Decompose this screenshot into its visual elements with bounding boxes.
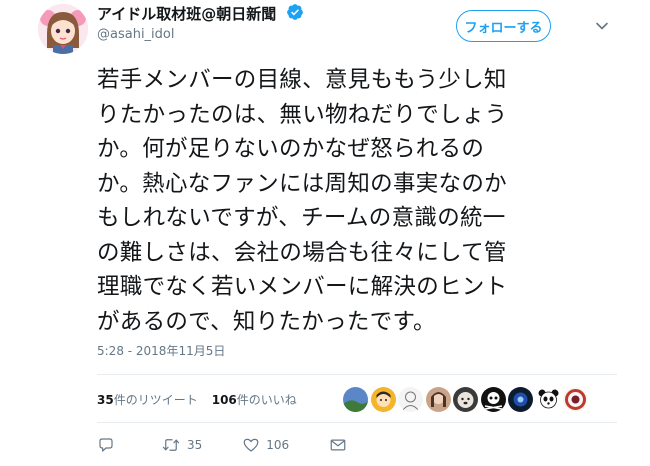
tweet-timestamp[interactable]: 5:28 - 2018年11月5日 [97, 342, 225, 359]
tweet-line: もしれないですが、チームの意識の統一 [97, 205, 506, 231]
heart-icon [243, 438, 259, 452]
skull-avatar-icon [480, 386, 506, 412]
liker-avatar[interactable] [508, 386, 533, 412]
tweet-line: の難しさは、会社の場合も往々にして管 [97, 239, 507, 266]
liker-avatars [343, 384, 591, 414]
mail-icon [330, 439, 346, 451]
ring-avatar-icon [563, 386, 588, 412]
like-stat[interactable]: 106件のいいね [212, 391, 297, 408]
divider [97, 374, 617, 375]
tweet-text: 若手メンバーの目線、意見ももう少し知 りたかったのは、無い物ねだりでしょう か。… [97, 63, 617, 339]
liker-avatar[interactable] [398, 386, 423, 412]
author-name[interactable]: アイドル取材班@朝日新聞 [97, 3, 304, 24]
retweet-button[interactable]: 35 [161, 436, 202, 454]
retweet-icon [162, 439, 180, 451]
tweet-line: か。熱心なファンには周知の事実なのか [97, 170, 507, 197]
liker-avatar[interactable] [343, 386, 368, 412]
like-stat-label: 件のいいね [236, 392, 297, 407]
tweet-line: 理職でなく若いメンバーに解決のヒント [97, 274, 508, 300]
liker-avatar[interactable] [563, 386, 588, 412]
dog-avatar-icon [453, 386, 478, 412]
tweet-line: か。何が足りないのかなぜ怒られるの [97, 136, 485, 162]
direct-message-button[interactable] [329, 436, 347, 454]
retweet-stat[interactable]: 35件のリツイート [97, 391, 198, 408]
tweet-line: 若手メンバーの目線、意見ももう少し知 [97, 67, 507, 93]
cartoon-face-avatar-icon [370, 386, 396, 412]
tweet-stats: 35件のリツイート 106件のいいね [97, 384, 311, 414]
dark-avatar-icon [508, 386, 533, 412]
tweet-line: りたかったのは、無い物ねだりでしょう [97, 101, 508, 128]
tweet-actions: 35 106 [97, 433, 347, 457]
author-handle[interactable]: @asahi_idol [97, 27, 175, 42]
author-name-text: アイドル取材班@朝日新聞 [97, 5, 277, 23]
retweet-count: 35 [187, 438, 203, 452]
liker-avatar[interactable] [480, 386, 506, 412]
tweet-header: アイドル取材班@朝日新聞 @asahi_idol フォローする [0, 0, 650, 60]
chevron-down-icon[interactable] [592, 16, 612, 36]
liker-avatar[interactable] [535, 386, 561, 412]
like-stat-count: 106 [211, 392, 237, 407]
landscape-avatar-icon [343, 386, 368, 412]
retweet-stat-count: 35 [97, 392, 114, 407]
tweet-line: があるので、知りたかったです。 [97, 308, 436, 335]
like-button[interactable]: 106 [242, 436, 289, 454]
liker-avatar[interactable] [370, 386, 396, 412]
sketch-avatar-icon [398, 386, 423, 412]
retweet-stat-label: 件のリツイート [113, 392, 198, 407]
verified-badge-icon [286, 4, 303, 20]
liker-avatar[interactable] [453, 386, 478, 412]
like-count: 106 [266, 438, 290, 452]
portrait-avatar-icon [425, 386, 451, 412]
panda-avatar-icon [535, 386, 561, 412]
follow-button[interactable]: フォローする [456, 10, 551, 42]
anime-girl-avatar-icon [38, 4, 88, 54]
divider [97, 422, 617, 423]
liker-avatar[interactable] [425, 386, 451, 412]
reply-button[interactable] [97, 436, 115, 454]
reply-icon [99, 438, 113, 452]
author-avatar[interactable] [38, 4, 88, 54]
